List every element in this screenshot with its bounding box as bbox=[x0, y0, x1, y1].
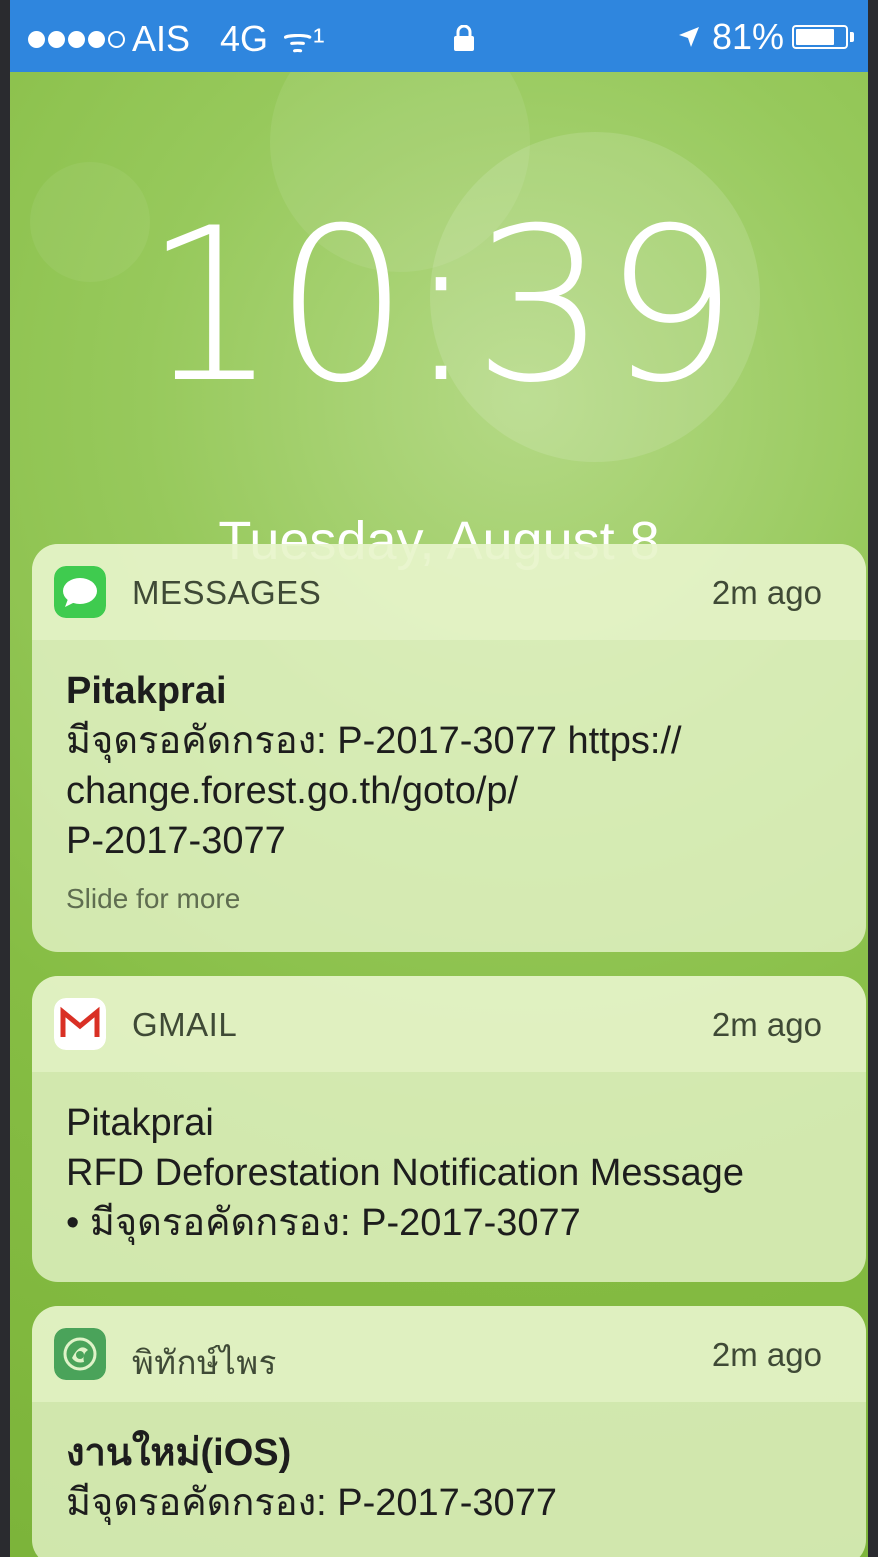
notification-title: Pitakprai bbox=[66, 670, 227, 712]
notification-gmail[interactable]: GMAIL 2m ago Pitakprai RFD Deforestation… bbox=[32, 976, 866, 1282]
notification-header: MESSAGES 2m ago bbox=[32, 544, 866, 640]
notification-line: change.forest.go.th/goto/p/ bbox=[66, 770, 519, 812]
notification-messages[interactable]: MESSAGES 2m ago Pitakprai มีจุดรอคัดกรอง… bbox=[32, 544, 866, 952]
notification-body: Pitakprai RFD Deforestation Notification… bbox=[32, 1072, 866, 1268]
notification-title: งานใหม่(iOS) bbox=[66, 1432, 292, 1474]
slide-for-more-hint: Slide for more bbox=[66, 883, 241, 914]
notification-line: มีจุดรอคัดกรอง: P-2017-3077 https:// bbox=[66, 720, 682, 762]
notification-header: GMAIL 2m ago bbox=[32, 976, 866, 1072]
notification-body: Pitakprai มีจุดรอคัดกรอง: P-2017-3077 ht… bbox=[32, 640, 866, 944]
personal-hotspot-icon: ᯤ¹ bbox=[282, 22, 325, 60]
notification-time: 2m ago bbox=[711, 1006, 822, 1043]
app-name: พิทักษ์ไพร bbox=[132, 1344, 277, 1381]
notification-time: 2m ago bbox=[711, 1336, 822, 1373]
battery-cap bbox=[850, 32, 854, 42]
signal-strength-icon bbox=[28, 30, 128, 48]
app-name: GMAIL bbox=[132, 1006, 238, 1043]
gmail-icon bbox=[54, 998, 106, 1050]
carrier-name: AIS bbox=[132, 18, 191, 59]
notification-line: RFD Deforestation Notification Message bbox=[66, 1152, 744, 1194]
location-arrow-icon bbox=[678, 27, 699, 47]
notification-body: งานใหม่(iOS) มีจุดรอคัดกรอง: P-2017-3077 bbox=[32, 1402, 866, 1548]
notification-line: มีจุดรอคัดกรอง: P-2017-3077 bbox=[66, 1482, 557, 1524]
status-bar: AIS 4G ᯤ¹ 81% bbox=[10, 0, 868, 72]
notification-title: Pitakprai bbox=[66, 1102, 214, 1144]
status-left: AIS 4G ᯤ¹ bbox=[28, 16, 384, 62]
lock-screen-wallpaper: 10:39 Tuesday, August 8 MESSAGES 2m ago … bbox=[10, 72, 868, 1557]
app-name: MESSAGES bbox=[132, 574, 322, 611]
notification-pitakprai[interactable]: พิทักษ์ไพร 2m ago งานใหม่(iOS) มีจุดรอคั… bbox=[32, 1306, 866, 1557]
notification-header: พิทักษ์ไพร 2m ago bbox=[32, 1306, 866, 1402]
pitakprai-app-icon bbox=[54, 1328, 106, 1380]
notification-line: P-2017-3077 bbox=[66, 820, 286, 862]
lock-icon bbox=[454, 25, 474, 51]
notification-line: • มีจุดรอคัดกรอง: P-2017-3077 bbox=[66, 1202, 581, 1244]
lock-screen-time: 10:39 bbox=[143, 182, 739, 429]
status-right: 81% bbox=[678, 16, 854, 58]
battery-icon bbox=[792, 25, 848, 49]
device-frame-left bbox=[0, 0, 10, 1557]
device-frame-right bbox=[868, 0, 878, 1557]
network-type: 4G bbox=[220, 18, 269, 59]
notification-time: 2m ago bbox=[711, 574, 822, 611]
messages-icon bbox=[54, 566, 106, 618]
battery-percentage: 81% bbox=[711, 16, 784, 57]
